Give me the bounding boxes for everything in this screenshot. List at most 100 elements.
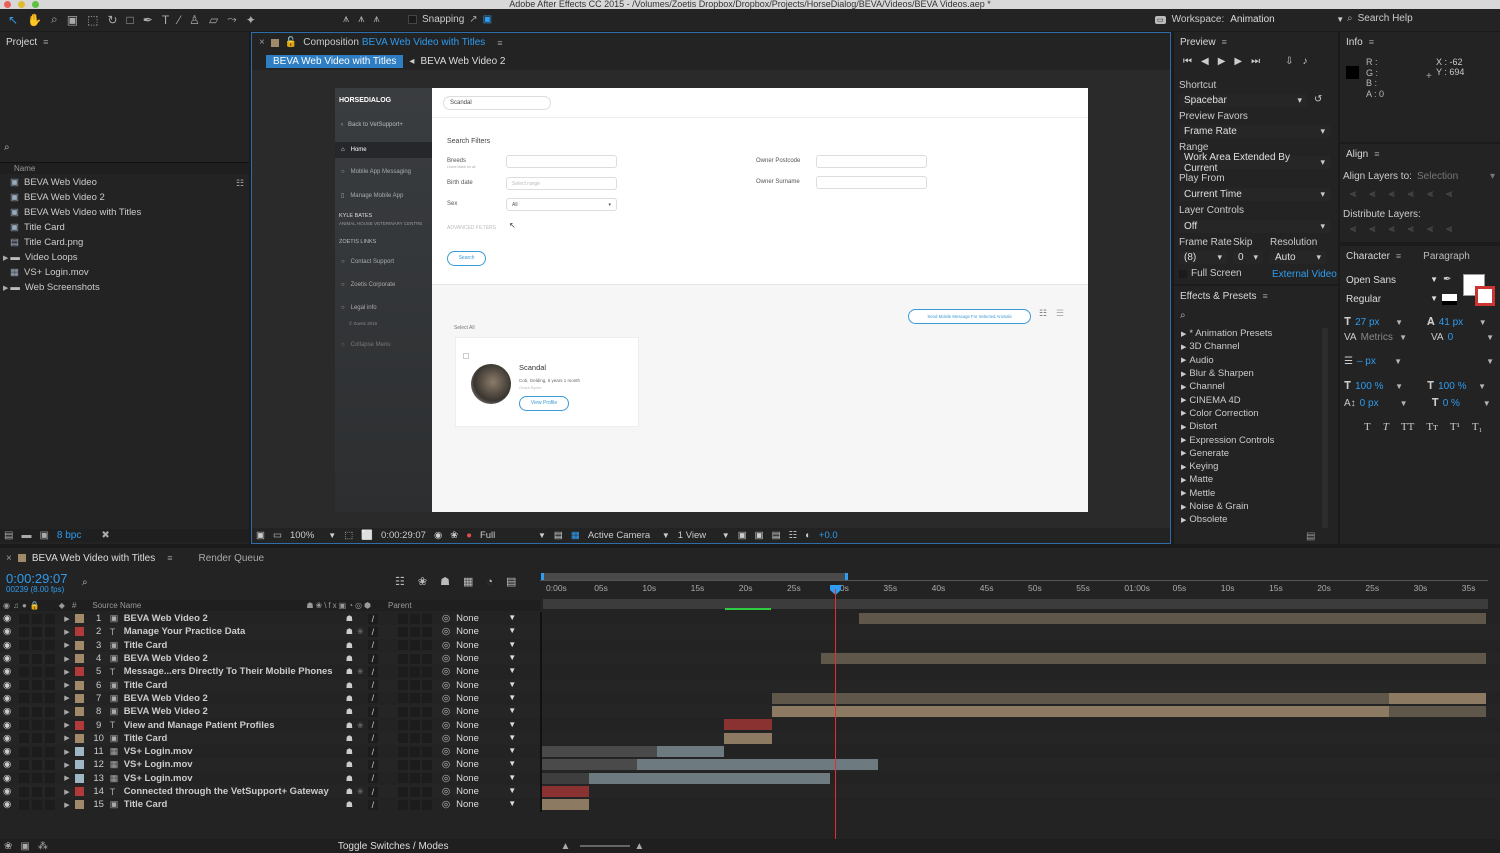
- effects-category[interactable]: ▶ Distort: [1174, 420, 1324, 433]
- timeline-layer-row[interactable]: ◉ ▶ 6 ▣ Title Card ☗ / ◎ None ▼: [0, 678, 1500, 692]
- layer-duration-bar[interactable]: [1389, 706, 1486, 718]
- disclosure-triangle-icon[interactable]: ▶: [3, 254, 8, 262]
- shy-switch-icon[interactable]: ☗: [346, 760, 353, 769]
- timeline-layer-row[interactable]: ◉ ▶ 14 T Connected through the VetSupport+ G…: [0, 784, 1500, 799]
- pick-whip-icon[interactable]: ◎: [442, 693, 450, 704]
- pick-whip-icon[interactable]: ◎: [442, 799, 450, 810]
- lock-toggle[interactable]: [45, 759, 56, 770]
- motion-blur-switch[interactable]: [397, 640, 408, 651]
- adjustment-switch[interactable]: [409, 759, 420, 770]
- audio-toggle[interactable]: [19, 653, 30, 664]
- loop-icon[interactable]: ⇩: [1285, 56, 1293, 67]
- world-axis-icon[interactable]: ⩚: [358, 13, 364, 26]
- solo-toggle[interactable]: [32, 653, 43, 664]
- expand-layer-icon[interactable]: ▶: [64, 748, 69, 756]
- toggle-switches-modes-button[interactable]: Toggle Switches / Modes: [338, 841, 449, 852]
- solo-toggle[interactable]: [32, 693, 43, 704]
- distribute-hcenter-icon[interactable]: ⫷: [1427, 223, 1433, 236]
- distribute-bottom-icon[interactable]: ⫷: [1388, 223, 1394, 236]
- visibility-eye-icon[interactable]: ◉: [3, 613, 11, 624]
- patient-checkbox[interactable]: [463, 353, 469, 359]
- project-item[interactable]: ▶ ▬ Web Screenshots: [0, 280, 249, 295]
- adjustment-switch[interactable]: [409, 626, 420, 637]
- camera-tool-icon[interactable]: ▣: [67, 13, 78, 27]
- layer-name[interactable]: VS+ Login.mov: [124, 759, 346, 770]
- distribute-top-icon[interactable]: ⫷: [1350, 223, 1356, 236]
- panel-menu-icon[interactable]: ≡: [1374, 149, 1379, 159]
- paragraph-tab[interactable]: Paragraph: [1423, 251, 1470, 262]
- collapse-switch-icon[interactable]: ❀: [357, 627, 365, 636]
- visibility-eye-icon[interactable]: ◉: [3, 693, 11, 704]
- lock-toggle[interactable]: [45, 773, 56, 784]
- layer-duration-bar[interactable]: [724, 732, 773, 744]
- layer-duration-bar[interactable]: [637, 759, 879, 771]
- adjustment-switch[interactable]: [409, 706, 420, 717]
- timeline-icon[interactable]: ▤: [772, 530, 781, 541]
- panel-menu-icon[interactable]: ≡: [167, 553, 172, 563]
- chevron-down-icon[interactable]: ▼: [1394, 357, 1402, 366]
- layer-label-color[interactable]: [74, 640, 84, 650]
- expand-layer-icon[interactable]: ▶: [64, 774, 69, 782]
- solo-toggle[interactable]: [32, 759, 43, 770]
- all-caps-button[interactable]: TT: [1401, 421, 1414, 433]
- quality-switch[interactable]: /: [367, 626, 378, 637]
- lock-icon[interactable]: 🔓: [285, 37, 297, 48]
- effects-category[interactable]: ▶ 3D Channel: [1174, 340, 1324, 353]
- modes-icon[interactable]: ▣: [20, 841, 29, 852]
- distribute-left-icon[interactable]: ⫷: [1408, 223, 1414, 236]
- layer-label-color[interactable]: [74, 693, 84, 703]
- shy-switch-icon[interactable]: ☗: [346, 681, 353, 690]
- align-hcenter-icon[interactable]: ⫷: [1369, 188, 1375, 201]
- align-bottom-icon[interactable]: ⫷: [1446, 188, 1452, 201]
- layer-label-color[interactable]: [74, 773, 84, 783]
- quality-switch[interactable]: /: [367, 746, 378, 757]
- parent-select[interactable]: None ▼: [456, 733, 516, 744]
- adjustment-switch[interactable]: [409, 640, 420, 651]
- expand-layer-icon[interactable]: ▶: [64, 788, 69, 796]
- monitor-icon[interactable]: ▭: [273, 530, 282, 541]
- adjustment-switch[interactable]: [409, 733, 420, 744]
- layer-duration-bar[interactable]: [1389, 692, 1486, 704]
- disclosure-triangle-icon[interactable]: ▶: [1181, 516, 1186, 524]
- shy-switch-icon[interactable]: ☗: [346, 721, 353, 730]
- 3d-switch[interactable]: [421, 706, 432, 717]
- chevron-down-icon[interactable]: ▼: [1483, 399, 1491, 408]
- timeline-divider[interactable]: [540, 612, 542, 812]
- play-from-select[interactable]: Current Time: [1179, 188, 1330, 201]
- panel-menu-icon[interactable]: ≡: [497, 38, 502, 48]
- channel-icon[interactable]: ●: [466, 530, 472, 541]
- project-item[interactable]: ▣ BEVA Web Video 2: [0, 190, 249, 205]
- motion-blur-switch[interactable]: [397, 786, 408, 797]
- delete-icon[interactable]: ✖: [101, 530, 109, 541]
- shy-switch-icon[interactable]: ☗: [346, 641, 353, 650]
- layer-controls-select[interactable]: Off: [1179, 220, 1330, 233]
- zoom-select[interactable]: 100%: [290, 530, 314, 541]
- 3d-switch[interactable]: [421, 746, 432, 757]
- stroke-style-dropdown-icon[interactable]: ▼: [1486, 357, 1494, 366]
- selection-tool-icon[interactable]: ↖: [8, 13, 18, 27]
- birth-date-input[interactable]: Select range: [506, 177, 617, 190]
- camera-select[interactable]: Active Camera: [588, 530, 654, 541]
- layer-label-color[interactable]: [74, 654, 84, 664]
- expand-layer-icon[interactable]: ▶: [64, 681, 69, 689]
- align-right-icon[interactable]: ⫷: [1388, 188, 1394, 201]
- brush-tool-icon[interactable]: ⁄: [178, 13, 180, 27]
- shy-switch-icon[interactable]: ☗: [346, 747, 353, 756]
- solo-toggle[interactable]: [32, 680, 43, 691]
- motion-blur-switch[interactable]: [397, 706, 408, 717]
- full-screen-toggle[interactable]: Full Screen: [1179, 268, 1242, 279]
- align-top-icon[interactable]: ⫷: [1408, 188, 1414, 201]
- layer-duration-bar[interactable]: [724, 719, 773, 731]
- layer-duration-bar[interactable]: [772, 692, 1390, 704]
- motion-blur-switch[interactable]: [397, 680, 408, 691]
- motion-blur-switch[interactable]: [397, 733, 408, 744]
- disclosure-triangle-icon[interactable]: ▶: [1181, 463, 1186, 471]
- workspace-dropdown-icon[interactable]: ▼: [1336, 15, 1344, 24]
- pick-whip-icon[interactable]: ◎: [442, 626, 450, 637]
- expand-layer-icon[interactable]: ▶: [64, 694, 69, 702]
- visibility-eye-icon[interactable]: ◉: [3, 666, 11, 677]
- preview-favors-select[interactable]: Frame Rate: [1179, 125, 1330, 138]
- project-item[interactable]: ▤ Title Card.png: [0, 235, 249, 250]
- nav-home[interactable]: ⌂ Home: [335, 142, 432, 158]
- 3d-switch[interactable]: [421, 733, 432, 744]
